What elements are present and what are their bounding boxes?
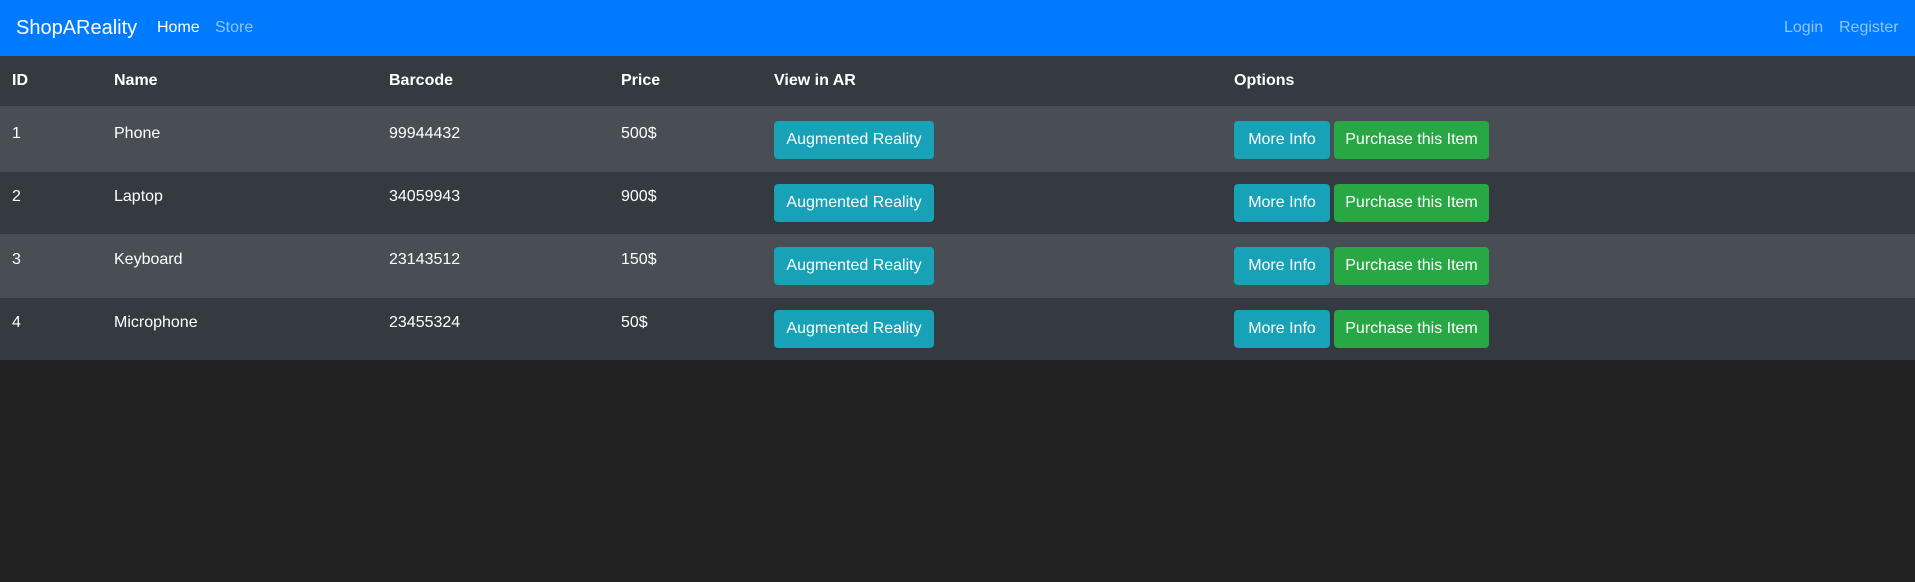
cell-price: 50$ <box>621 314 648 331</box>
header-id: ID <box>12 72 28 89</box>
cell-price: 900$ <box>621 188 657 205</box>
cell-id: 4 <box>12 314 21 331</box>
cell-name: Laptop <box>114 188 163 205</box>
cell-barcode: 34059943 <box>389 188 461 205</box>
table-header-row: ID Name Barcode Price View in AR Options <box>0 56 1915 108</box>
augmented-reality-button[interactable]: Augmented Reality <box>774 310 934 348</box>
cell-id: 2 <box>12 188 21 205</box>
cell-barcode: 99944432 <box>389 125 461 142</box>
cell-name: Microphone <box>114 314 198 331</box>
brand-logo[interactable]: ShopAReality <box>16 14 137 42</box>
cell-barcode: 23143512 <box>389 251 461 268</box>
purchase-item-button[interactable]: Purchase this Item <box>1334 184 1489 222</box>
nav-login-link[interactable]: Login <box>1784 18 1823 38</box>
nav-home-link[interactable]: Home <box>157 18 200 38</box>
table-row: 4 Microphone 23455324 50$ Augmented Real… <box>0 297 1915 360</box>
header-name: Name <box>114 72 158 89</box>
more-info-button[interactable]: More Info <box>1234 310 1330 348</box>
more-info-button[interactable]: More Info <box>1234 247 1330 285</box>
top-navbar: ShopAReality Home Store Login Register <box>0 0 1915 56</box>
cell-barcode: 23455324 <box>389 314 461 331</box>
augmented-reality-button[interactable]: Augmented Reality <box>774 121 934 159</box>
table-row: 3 Keyboard 23143512 150$ Augmented Reali… <box>0 234 1915 297</box>
augmented-reality-button[interactable]: Augmented Reality <box>774 184 934 222</box>
nav-register-link[interactable]: Register <box>1839 18 1899 38</box>
cell-id: 3 <box>12 251 21 268</box>
header-price: Price <box>621 72 661 89</box>
augmented-reality-button[interactable]: Augmented Reality <box>774 247 934 285</box>
cell-name: Phone <box>114 125 161 142</box>
cell-price: 500$ <box>621 125 657 142</box>
cell-price: 150$ <box>621 251 657 268</box>
header-options: Options <box>1234 72 1295 89</box>
purchase-item-button[interactable]: Purchase this Item <box>1334 121 1489 159</box>
table-row: 1 Phone 99944432 500$ Augmented Reality … <box>0 108 1915 171</box>
purchase-item-button[interactable]: Purchase this Item <box>1334 310 1489 348</box>
header-barcode: Barcode <box>389 72 454 89</box>
more-info-button[interactable]: More Info <box>1234 121 1330 159</box>
purchase-item-button[interactable]: Purchase this Item <box>1334 247 1489 285</box>
cell-name: Keyboard <box>114 251 183 268</box>
more-info-button[interactable]: More Info <box>1234 184 1330 222</box>
header-view-in-ar: View in AR <box>774 72 856 89</box>
table-row: 2 Laptop 34059943 900$ Augmented Reality… <box>0 171 1915 234</box>
cell-id: 1 <box>12 125 21 142</box>
products-table: ID Name Barcode Price View in AR Options… <box>0 56 1915 360</box>
nav-store-link[interactable]: Store <box>215 18 253 38</box>
